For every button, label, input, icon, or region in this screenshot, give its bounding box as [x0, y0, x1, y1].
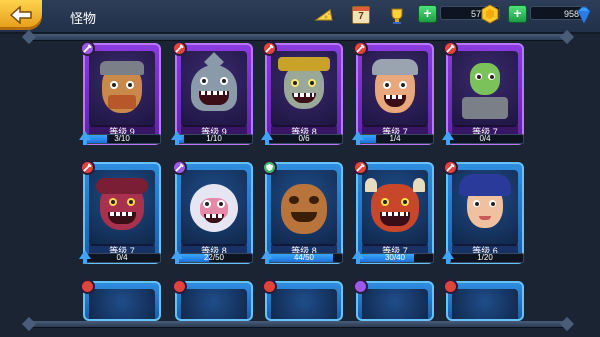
- class-badge: [353, 160, 368, 175]
- progress-text: 1/20: [477, 253, 493, 262]
- top-bar: 怪物 7 + 5755 + 958: [0, 0, 600, 34]
- monster-portrait: [362, 170, 428, 246]
- card-progress-bar: 1/20: [442, 250, 524, 264]
- class-badge: [262, 160, 277, 175]
- card-progress-bar: 44/50: [261, 250, 343, 264]
- class-badge: [172, 279, 187, 294]
- top-divider: [28, 34, 568, 40]
- monster-card[interactable]: 等级 9: [175, 43, 253, 145]
- gem-icon: [577, 6, 591, 25]
- monster-portrait: [181, 51, 247, 127]
- arrow-left-icon: [9, 6, 32, 24]
- coin-icon: [481, 4, 499, 24]
- sword-icon: [175, 163, 184, 172]
- card-progress-bar: 0/4: [442, 131, 524, 145]
- card-progress-bar: 0/6: [261, 131, 343, 145]
- sword-icon: [83, 44, 92, 53]
- class-badge: [262, 41, 277, 56]
- monster-portrait: [89, 289, 155, 319]
- monster-portrait: [271, 289, 337, 319]
- card-progress-bar: 3/10: [79, 131, 161, 145]
- page-title: 怪物: [70, 11, 97, 26]
- monster-portrait: [452, 289, 518, 319]
- back-button[interactable]: [0, 0, 42, 30]
- progress-text: 3/10: [114, 134, 130, 143]
- class-badge: [172, 41, 187, 56]
- sword-icon: [83, 163, 92, 172]
- calendar-day: 7: [358, 11, 364, 22]
- class-badge: [443, 41, 458, 56]
- class-badge: [353, 41, 368, 56]
- monster-portrait: [89, 170, 155, 246]
- class-badge: [353, 279, 368, 294]
- card-progress-bar: 1/10: [171, 131, 253, 145]
- sword-icon: [446, 163, 455, 172]
- monster-portrait: [181, 170, 247, 246]
- card-progress-bar: 30/40: [352, 250, 434, 264]
- add-gems-button[interactable]: +: [508, 5, 527, 23]
- monster-card[interactable]: 等级 8: [265, 43, 343, 145]
- monster-portrait: [181, 289, 247, 319]
- shield-icon: [265, 163, 274, 172]
- progress-text: 1/4: [389, 134, 401, 143]
- monster-portrait: [362, 289, 428, 319]
- card-progress-bar: 0/4: [79, 250, 161, 264]
- class-badge: [262, 279, 277, 294]
- monster-card[interactable]: 等级 7: [446, 43, 524, 145]
- monster-portrait: [271, 170, 337, 246]
- monster-portrait: [362, 51, 428, 127]
- monster-card[interactable]: 等级 8: [175, 162, 253, 264]
- class-badge: [443, 279, 458, 294]
- card-progress-bar: 22/50: [171, 250, 253, 264]
- progress-text: 1/10: [206, 134, 222, 143]
- monster-portrait: [452, 170, 518, 246]
- sword-icon: [175, 44, 184, 53]
- progress-text: 22/50: [203, 253, 225, 262]
- monster-card[interactable]: 等级 7: [83, 162, 161, 264]
- progress-text: 0/6: [298, 134, 310, 143]
- sword-icon: [446, 44, 455, 53]
- monster-portrait: [271, 51, 337, 127]
- monster-portrait: [452, 51, 518, 127]
- progress-text: 30/40: [384, 253, 406, 262]
- monster-card[interactable]: 等级 8: [265, 162, 343, 264]
- progress-text: 0/4: [116, 253, 128, 262]
- class-badge: [172, 160, 187, 175]
- monster-card[interactable]: 等级 7: [356, 43, 434, 145]
- cheese-icon[interactable]: [314, 6, 334, 26]
- class-badge: [443, 160, 458, 175]
- class-badge: [80, 160, 95, 175]
- monster-card[interactable]: 等级 6: [446, 162, 524, 264]
- sword-icon: [356, 44, 365, 53]
- class-badge: [80, 279, 95, 294]
- progress-text: 0/4: [479, 134, 491, 143]
- add-coins-button[interactable]: +: [418, 5, 437, 23]
- progress-text: 44/50: [293, 253, 315, 262]
- monster-card[interactable]: 等级 9: [83, 43, 161, 145]
- monster-portrait: [89, 51, 155, 127]
- sword-icon: [356, 163, 365, 172]
- class-badge: [80, 41, 95, 56]
- sword-icon: [265, 44, 274, 53]
- calendar-icon[interactable]: 7: [352, 6, 370, 24]
- monster-card[interactable]: 等级 7: [356, 162, 434, 264]
- trophy-icon[interactable]: [387, 6, 407, 26]
- card-progress-bar: 1/4: [352, 131, 434, 145]
- bottom-divider: [28, 321, 568, 327]
